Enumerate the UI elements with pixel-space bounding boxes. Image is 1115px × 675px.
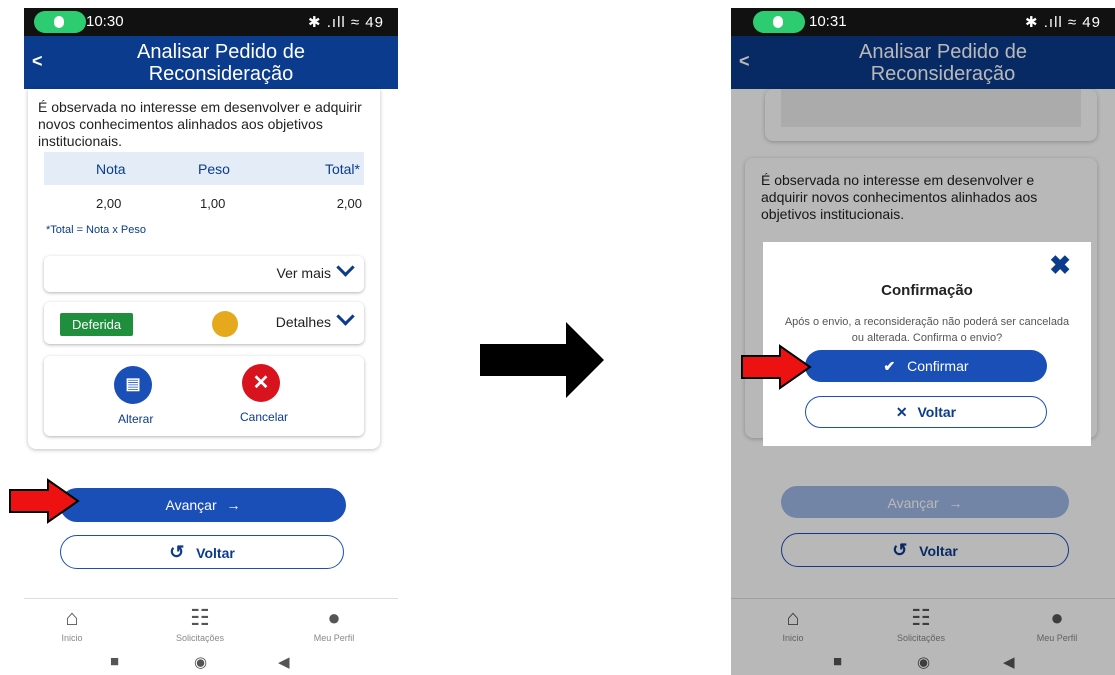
status-bar: 10:30 ✱ .ıll ≈ 49 [24, 8, 398, 36]
status-badge: Deferida [60, 313, 134, 336]
recent-apps-icon[interactable]: ■ [110, 653, 119, 670]
nav-perfil[interactable]: ● Meu Perfil [294, 605, 374, 643]
header-nota: Nota [96, 161, 126, 177]
close-icon[interactable]: ✕ [242, 364, 280, 402]
user-icon: ● [327, 605, 341, 630]
document-icon[interactable]: ▤ [114, 366, 152, 404]
nav-inicio[interactable]: ⌂ Inicio [32, 605, 112, 643]
red-arrow-icon [741, 344, 812, 390]
header-total: Total* [324, 161, 360, 177]
score-table-header: Nota Peso Total* [44, 152, 364, 185]
dialog-message: Após o envio, a reconsideração não poder… [784, 316, 1070, 344]
confirmar-button[interactable]: ✔ Confirmar [805, 350, 1047, 382]
phone-screen-before: 10:30 ✱ .ıll ≈ 49 < Analisar Pedido de R… [24, 8, 398, 675]
ver-mais-label: Ver mais [276, 265, 331, 281]
value-nota: 2,00 [96, 196, 122, 211]
cancelar-label[interactable]: Cancelar [240, 410, 288, 424]
avancar-label: Avançar [165, 497, 217, 513]
clipboard-icon: ☷ [190, 605, 210, 630]
header-peso: Peso [198, 161, 230, 177]
close-small-icon: ✕ [895, 404, 908, 420]
actions-box: ▤ Alterar ✕ Cancelar [44, 356, 364, 436]
page-title: Analisar Pedido de Reconsideração [137, 41, 305, 85]
alterar-label[interactable]: Alterar [118, 412, 153, 426]
nav-inicio-label: Inicio [61, 633, 83, 643]
arrow-right-icon: → [226, 497, 241, 513]
home-circle-icon[interactable]: ◉ [194, 653, 207, 671]
value-peso: 1,00 [200, 196, 226, 211]
phone-screen-after: 10:31 ✱ .ıll ≈ 49 < Analisar Pedido de R… [731, 8, 1115, 675]
ver-mais-button[interactable]: Ver mais [44, 256, 364, 292]
voltar-label: Voltar [196, 545, 235, 561]
voltar-button[interactable]: ↺ Voltar [60, 535, 344, 569]
dialog-title: Confirmação [881, 282, 973, 299]
value-total: 2,00 [336, 196, 362, 211]
back-triangle-icon[interactable]: ◀ [278, 653, 290, 671]
transition-arrow-icon [480, 322, 604, 398]
detalhes-button[interactable]: Detalhes [275, 307, 355, 330]
criterion-card: É observada no interesse em desenvolver … [28, 89, 380, 449]
nav-perfil-label: Meu Perfil [313, 633, 355, 643]
back-icon[interactable]: < [32, 50, 43, 72]
status-icons: ✱ .ıll ≈ 49 [308, 14, 384, 31]
home-icon: ⌂ [65, 605, 79, 630]
red-arrow-icon [9, 478, 80, 524]
nav-solicitacoes[interactable]: ☷ Solicitações [160, 605, 240, 643]
status-bar: 10:31 ✱ .ıll ≈ 49 [731, 8, 1115, 36]
status-icons: ✱ .ıll ≈ 49 [1025, 14, 1101, 31]
chevron-down-icon [336, 307, 355, 326]
status-time: 10:31 [809, 13, 847, 30]
close-icon[interactable]: ✖ [1049, 250, 1071, 281]
undo-icon: ↺ [169, 542, 185, 562]
confirmation-dialog: ✖ Confirmação Após o envio, a reconsider… [763, 242, 1091, 446]
avancar-button[interactable]: Avançar → [60, 488, 346, 522]
table-footnote: *Total = Nota x Peso [46, 224, 146, 236]
system-nav-bar: ■ ◉ ◀ [24, 650, 398, 675]
detalhes-label: Detalhes [275, 314, 331, 330]
confirmar-label: Confirmar [907, 358, 969, 374]
criterion-description: É observada no interesse em desenvolver … [38, 99, 362, 149]
mic-indicator-icon [34, 11, 86, 33]
dialog-voltar-label: Voltar [917, 404, 957, 420]
app-bar: < Analisar Pedido de Reconsideração [24, 36, 398, 89]
handshake-icon [212, 311, 238, 337]
dialog-voltar-button[interactable]: ✕ Voltar [805, 396, 1047, 428]
nav-solicitacoes-label: Solicitações [175, 633, 225, 643]
status-row: Deferida Detalhes [44, 302, 364, 344]
check-icon: ✔ [883, 358, 896, 374]
mic-indicator-icon [753, 11, 805, 33]
bottom-nav: ⌂ Inicio ☷ Solicitações ● Meu Perfil [24, 598, 398, 651]
status-time: 10:30 [86, 13, 124, 30]
chevron-down-icon [336, 258, 355, 277]
